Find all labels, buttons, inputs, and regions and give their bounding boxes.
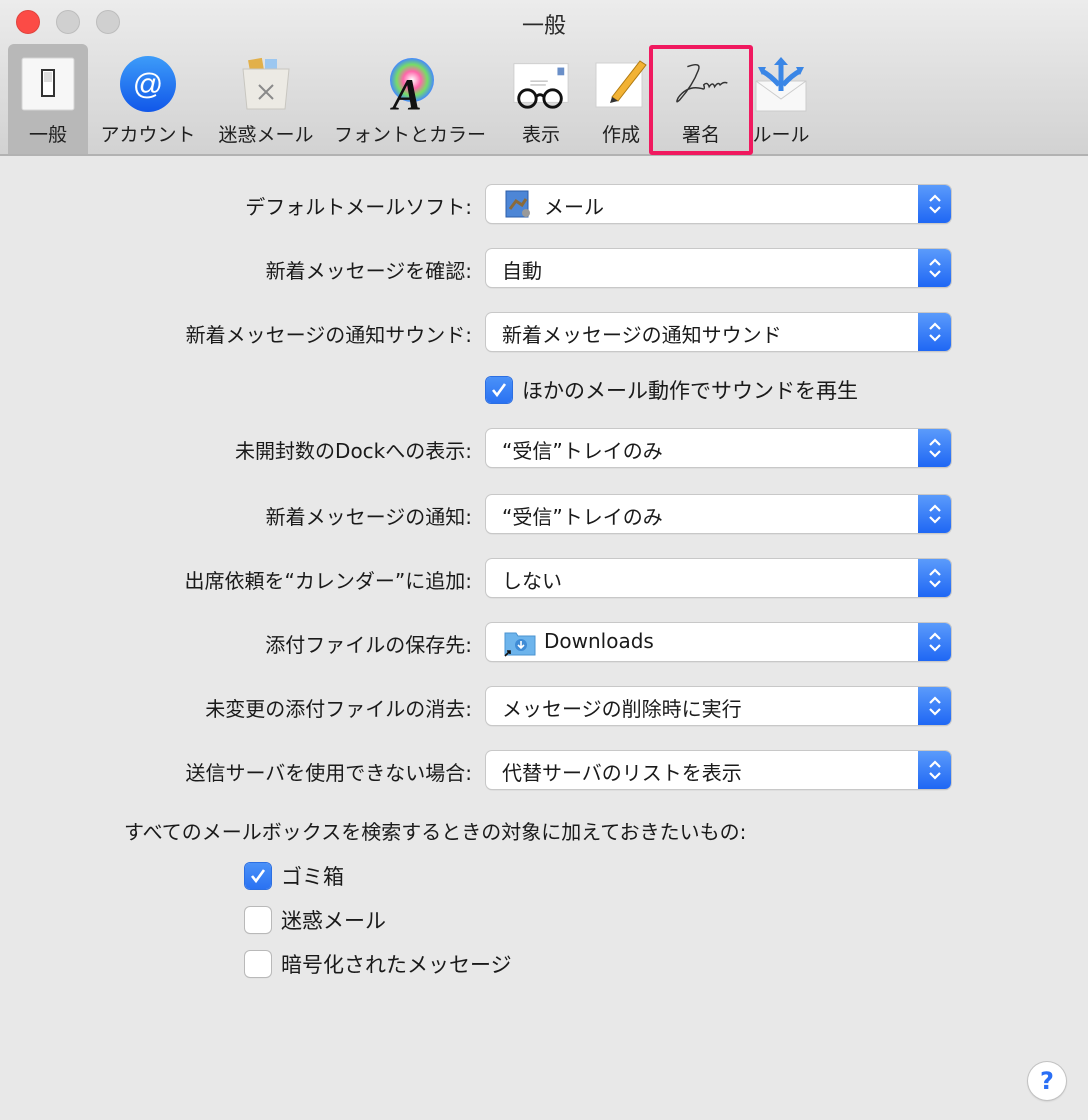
add-invites-value: しない	[502, 569, 562, 593]
chevron-updown-icon	[918, 185, 951, 223]
dock-unread-value: “受信”トレイのみ	[502, 439, 663, 463]
tab-label: 署名	[681, 124, 720, 146]
remove-downloads-value: メッセージの削除時に実行	[502, 697, 742, 721]
mail-app-icon	[504, 189, 532, 219]
check-new-value: 自動	[502, 259, 542, 283]
tab-label: アカウント	[100, 124, 196, 146]
font-color-icon: A	[380, 54, 440, 114]
downloads-folder-icon	[504, 627, 536, 657]
row-new-sound: 新着メッセージの通知サウンド: 新着メッセージの通知サウンド	[0, 313, 1088, 353]
chevron-updown-icon	[918, 751, 951, 789]
remove-downloads-label: 未変更の添付ファイルの消去:	[205, 697, 472, 721]
checkmark-icon	[250, 869, 266, 884]
row-check-new: 新着メッセージを確認: 自動	[0, 249, 1088, 289]
search-encrypted-checkbox[interactable]	[245, 951, 271, 977]
add-invites-popup[interactable]: しない	[486, 559, 951, 597]
signature-icon	[671, 54, 731, 114]
search-junk-checkbox[interactable]	[245, 907, 271, 933]
chevron-updown-icon	[918, 559, 951, 597]
chevron-updown-icon	[918, 495, 951, 533]
row-server-unavailable: 送信サーバを使用できない場合: 代替サーバのリストを表示	[0, 751, 1088, 791]
server-unavailable-value: 代替サーバのリストを表示	[502, 761, 742, 785]
tab-general[interactable]: 一般	[8, 44, 88, 154]
new-notify-label: 新着メッセージの通知:	[265, 505, 472, 529]
check-new-popup[interactable]: 自動	[486, 249, 951, 287]
new-notify-value: “受信”トレイのみ	[502, 505, 663, 529]
new-sound-label: 新着メッセージの通知サウンド:	[185, 323, 472, 347]
chevron-updown-icon	[918, 687, 951, 725]
chevron-updown-icon	[918, 313, 951, 351]
tab-label: フォントとカラー	[333, 124, 486, 146]
downloads-folder-popup[interactable]: Downloads	[486, 623, 951, 661]
add-invites-label: 出席依頼を“カレンダー”に追加:	[184, 569, 472, 593]
tab-label: ルール	[752, 124, 810, 146]
svg-text:@: @	[133, 68, 163, 101]
tab-signatures[interactable]: 署名	[656, 44, 746, 154]
search-trash-checkbox[interactable]	[245, 863, 271, 889]
row-remove-downloads: 未変更の添付ファイルの消去: メッセージの削除時に実行	[0, 687, 1088, 727]
row-dock-unread: 未開封数のDockへの表示: “受信”トレイのみ	[0, 429, 1088, 469]
chevron-updown-icon	[918, 623, 951, 661]
search-encrypted-label: 暗号化されたメッセージ	[281, 953, 512, 977]
tab-accounts[interactable]: @ アカウント	[88, 44, 208, 154]
tab-label: 表示	[521, 124, 560, 146]
play-sounds-label: ほかのメール動作でサウンドを再生	[522, 379, 858, 403]
row-default-mail: デフォルトメールソフト: メール	[0, 185, 1088, 225]
trash-bin-icon	[236, 54, 296, 114]
tab-junk-mail[interactable]: 迷惑メール	[208, 44, 324, 154]
play-sounds-checkbox-row[interactable]: ほかのメール動作でサウンドを再生	[486, 375, 858, 405]
tab-label: 一般	[28, 124, 67, 146]
tab-rules[interactable]: ルール	[746, 44, 816, 154]
svg-text:A: A	[389, 70, 421, 113]
question-mark-icon: ?	[1040, 1067, 1054, 1095]
new-sound-popup[interactable]: 新着メッセージの通知サウンド	[486, 313, 951, 351]
preferences-toolbar: 一般 @ アカウント 迷惑メール A フォントとカラー 表示 作成 署名 ルール	[8, 44, 816, 154]
help-button[interactable]: ?	[1028, 1062, 1066, 1100]
at-sign-icon: @	[118, 54, 178, 114]
search-include-heading: すべてのメールボックスを検索するときの対象に加えておきたいもの:	[124, 820, 747, 844]
row-downloads-folder: 添付ファイルの保存先: Downloads	[0, 623, 1088, 663]
search-junk-label: 迷惑メール	[281, 909, 386, 933]
checkmark-icon	[491, 383, 507, 398]
row-add-invites: 出席依頼を“カレンダー”に追加: しない	[0, 559, 1088, 599]
downloads-folder-value: Downloads	[544, 629, 654, 653]
glasses-envelope-icon	[511, 54, 571, 114]
search-encrypted-row[interactable]: 暗号化されたメッセージ	[245, 949, 512, 979]
default-mail-label: デフォルトメールソフト:	[245, 195, 472, 219]
chevron-updown-icon	[918, 249, 951, 287]
remove-downloads-popup[interactable]: メッセージの削除時に実行	[486, 687, 951, 725]
search-junk-row[interactable]: 迷惑メール	[245, 905, 386, 935]
tab-label: 迷惑メール	[218, 124, 314, 146]
server-unavailable-popup[interactable]: 代替サーバのリストを表示	[486, 751, 951, 789]
pencil-paper-icon	[591, 54, 651, 114]
dock-unread-popup[interactable]: “受信”トレイのみ	[486, 429, 951, 467]
tab-fonts-colors[interactable]: A フォントとカラー	[324, 44, 496, 154]
chevron-updown-icon	[918, 429, 951, 467]
search-trash-row[interactable]: ゴミ箱	[245, 861, 344, 891]
default-mail-value: メール	[544, 195, 604, 219]
tab-label: 作成	[601, 124, 640, 146]
dock-unread-label: 未開封数のDockへの表示:	[235, 439, 472, 463]
play-sounds-checkbox[interactable]	[486, 377, 512, 403]
window-title: 一般	[521, 14, 566, 39]
search-trash-label: ゴミ箱	[281, 865, 344, 889]
server-unavailable-label: 送信サーバを使用できない場合:	[185, 761, 472, 785]
tab-composing[interactable]: 作成	[586, 44, 656, 154]
rules-envelope-icon	[751, 54, 811, 114]
preferences-window: 一般 一般 @ アカウント 迷惑メール A フォントとカラー 表示 作成 署名 …	[0, 0, 1088, 1120]
downloads-folder-label: 添付ファイルの保存先:	[265, 633, 472, 657]
switch-icon	[18, 54, 78, 114]
tab-viewing[interactable]: 表示	[496, 44, 586, 154]
new-notify-popup[interactable]: “受信”トレイのみ	[486, 495, 951, 533]
titlebar: 一般 一般 @ アカウント 迷惑メール A フォントとカラー 表示 作成 署名 …	[0, 0, 1088, 156]
row-new-notify: 新着メッセージの通知: “受信”トレイのみ	[0, 495, 1088, 535]
new-sound-value: 新着メッセージの通知サウンド	[502, 323, 782, 347]
default-mail-popup[interactable]: メール	[486, 185, 951, 223]
check-new-label: 新着メッセージを確認:	[265, 259, 472, 283]
